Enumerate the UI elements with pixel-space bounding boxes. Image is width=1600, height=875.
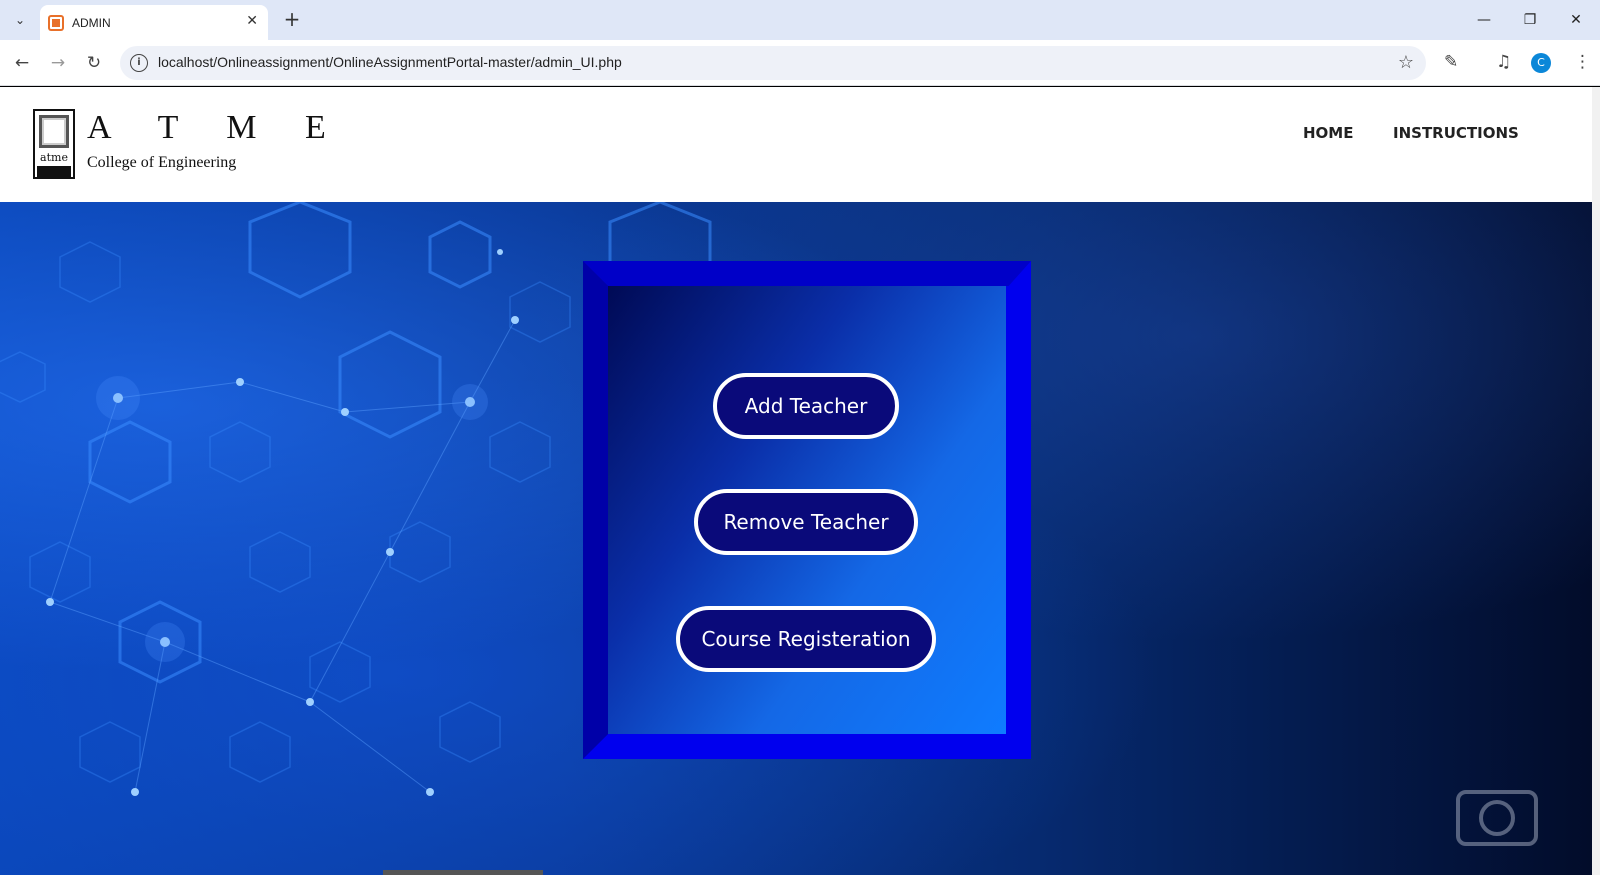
logo-emblem: atme — [33, 109, 75, 179]
profile-avatar[interactable]: C — [1531, 53, 1551, 73]
minimize-icon[interactable]: — — [1464, 6, 1504, 34]
logo-title: A T M E — [87, 109, 346, 146]
horizontal-scrollbar-thumb[interactable] — [383, 870, 543, 875]
back-icon[interactable]: ← — [8, 49, 36, 77]
site-header: atme A T M E College of Engineering HOME… — [0, 87, 1592, 202]
nav-instructions-link[interactable]: INSTRUCTIONS — [1393, 124, 1519, 142]
bookmark-star-icon[interactable]: ☆ — [1398, 52, 1414, 73]
menu-kebab-icon[interactable]: ⋮ — [1574, 52, 1591, 72]
browser-tab-bar: ⌄ ADMIN ✕ + — ❐ ✕ — [0, 0, 1600, 40]
tab-list-chevron-icon[interactable]: ⌄ — [8, 8, 32, 32]
panel-inner: Add Teacher Remove Teacher Course Regist… — [608, 286, 1006, 734]
extensions-icon[interactable]: ✎ — [1444, 52, 1458, 72]
restore-icon[interactable]: ❐ — [1510, 6, 1550, 34]
vertical-scrollbar[interactable] — [1592, 87, 1600, 875]
tab-close-icon[interactable]: ✕ — [246, 13, 258, 29]
course-registration-button[interactable]: Course Registeration — [676, 606, 936, 672]
tab-title: ADMIN — [72, 15, 111, 30]
page-viewport: atme A T M E College of Engineering HOME… — [0, 87, 1592, 875]
favicon-icon — [48, 14, 64, 31]
site-info-icon[interactable]: i — [130, 54, 148, 72]
url-text[interactable]: localhost/Onlineassignment/OnlineAssignm… — [158, 54, 622, 70]
media-control-icon[interactable]: ♫ — [1496, 52, 1511, 72]
hero-background: Add Teacher Remove Teacher Course Regist… — [0, 202, 1592, 875]
browser-toolbar: ← → ↻ i localhost/Onlineassignment/Onlin… — [0, 40, 1600, 86]
browser-tab[interactable]: ADMIN ✕ — [40, 5, 268, 40]
forward-icon[interactable]: → — [44, 49, 72, 77]
new-tab-button[interactable]: + — [280, 8, 304, 32]
reload-icon[interactable]: ↻ — [80, 49, 108, 77]
remove-teacher-button[interactable]: Remove Teacher — [694, 489, 918, 555]
window-close-icon[interactable]: ✕ — [1556, 6, 1596, 34]
add-teacher-button[interactable]: Add Teacher — [713, 373, 899, 439]
admin-action-panel: Add Teacher Remove Teacher Course Regist… — [583, 261, 1031, 759]
address-bar[interactable]: i localhost/Onlineassignment/OnlineAssig… — [120, 46, 1426, 80]
logo-subtitle: College of Engineering — [87, 154, 237, 171]
nav-home-link[interactable]: HOME — [1303, 124, 1353, 142]
